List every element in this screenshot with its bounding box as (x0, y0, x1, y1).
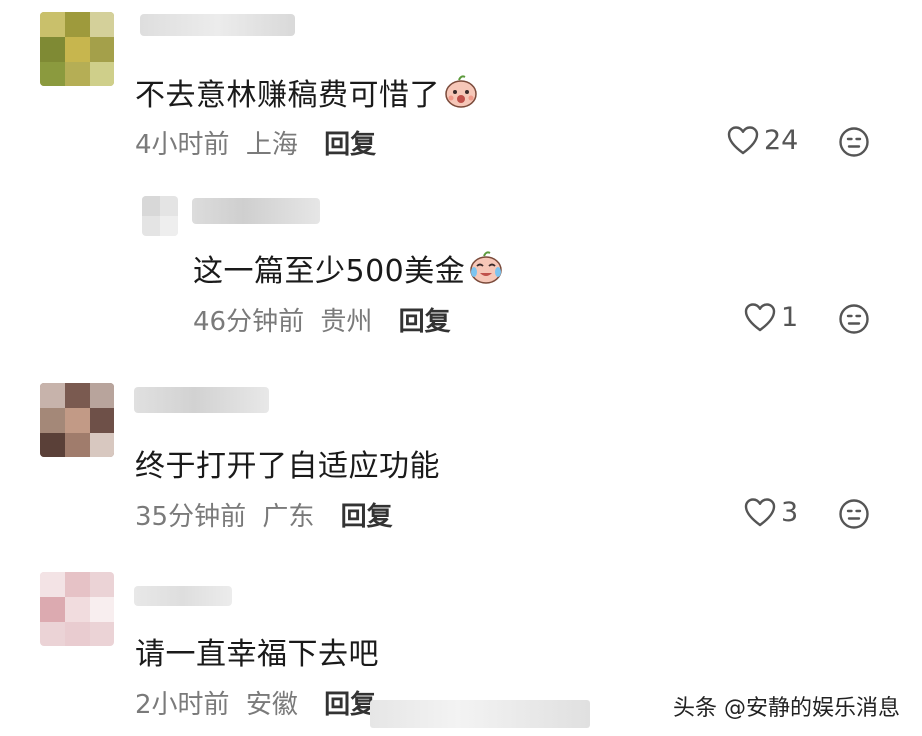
comment-meta: 35分钟前 广东 回复 (135, 496, 393, 533)
blurred-region (370, 700, 590, 728)
comment-meta: 46分钟前 贵州 回复 (193, 301, 451, 338)
avatar[interactable] (40, 572, 114, 646)
like-count: 3 (781, 496, 799, 528)
comment-meta: 4小时前 上海 回复 (135, 124, 376, 161)
comment-section: 不去意林赚稿费可惜了 4小时前 上海 回复 24 这一篇至少500美金 46分钟… (0, 0, 922, 736)
reply-button[interactable]: 回复 (324, 690, 376, 720)
neutral-face-icon[interactable] (838, 126, 870, 158)
username-blurred[interactable] (140, 14, 295, 36)
heart-outline-icon (744, 303, 776, 332)
reply-button[interactable]: 回复 (341, 502, 393, 532)
like-button[interactable]: 24 (726, 124, 798, 156)
surprised-peach-emoji (442, 72, 480, 118)
like-button[interactable]: 3 (743, 496, 798, 528)
neutral-face-icon[interactable] (838, 498, 870, 530)
like-count: 1 (781, 301, 799, 333)
comment-text: 这一篇至少500美金 (193, 246, 505, 294)
comment-text: 不去意林赚稿费可惜了 (135, 70, 480, 118)
location: 广东 (262, 502, 315, 532)
location: 上海 (245, 130, 298, 160)
timestamp: 35分钟前 (135, 502, 247, 532)
location: 安徽 (245, 690, 298, 720)
reply-button[interactable]: 回复 (324, 130, 376, 160)
like-count: 24 (764, 124, 799, 156)
avatar[interactable] (142, 196, 178, 236)
username-blurred[interactable] (134, 586, 232, 606)
avatar[interactable] (40, 383, 114, 457)
timestamp: 2小时前 (135, 690, 230, 720)
reply-button[interactable]: 回复 (399, 307, 451, 337)
heart-outline-icon (727, 126, 759, 155)
username-blurred[interactable] (192, 198, 320, 224)
avatar[interactable] (40, 12, 114, 86)
heart-outline-icon (744, 498, 776, 527)
username-blurred[interactable] (134, 387, 269, 413)
comment-text: 请一直幸福下去吧 (135, 637, 379, 672)
watermark: 头条 @安静的娱乐消息 (665, 688, 908, 724)
like-button[interactable]: 1 (743, 301, 798, 333)
neutral-face-icon[interactable] (838, 303, 870, 335)
crying-laughing-emoji (467, 248, 505, 294)
timestamp: 4小时前 (135, 130, 230, 160)
timestamp: 46分钟前 (193, 307, 305, 337)
comment-text: 终于打开了自适应功能 (135, 449, 440, 484)
location: 贵州 (320, 307, 373, 337)
comment-meta: 2小时前 安徽 回复 (135, 684, 376, 721)
